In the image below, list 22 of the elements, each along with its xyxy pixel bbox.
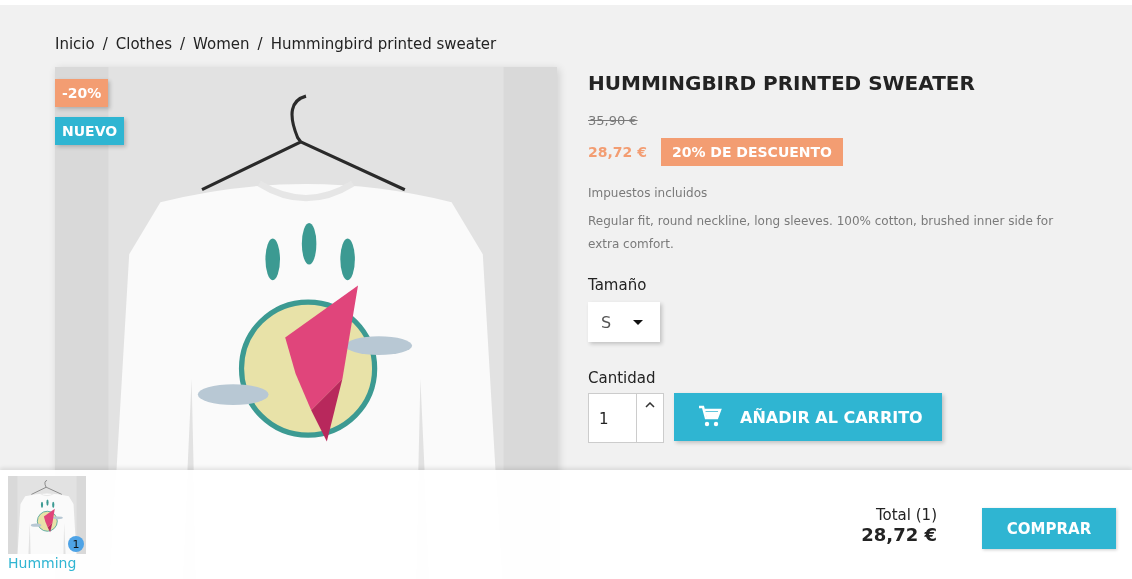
breadcrumb-separator: / bbox=[257, 35, 263, 53]
increment-icon[interactable] bbox=[645, 402, 655, 408]
cart-icon bbox=[698, 405, 722, 429]
total-label: Total (1) bbox=[875, 506, 937, 524]
quantity-field[interactable]: 1 bbox=[588, 393, 664, 443]
breadcrumb-link[interactable]: Clothes bbox=[115, 35, 172, 53]
total-amount: 28,72 € bbox=[861, 524, 937, 545]
breadcrumb-separator: / bbox=[180, 35, 186, 53]
size-label: Tamaño bbox=[588, 276, 648, 294]
breadcrumb-link[interactable]: Women bbox=[193, 35, 250, 53]
current-price: 28,72 € bbox=[588, 144, 647, 160]
caret-icon bbox=[633, 319, 643, 325]
product-title: HUMMINGBIRD PRINTED SWEATER bbox=[588, 71, 976, 95]
breadcrumb-link[interactable]: Inicio bbox=[55, 35, 95, 53]
tax-note: Impuestos incluidos bbox=[588, 186, 709, 200]
regular-price: 35,90 € bbox=[588, 113, 639, 128]
breadcrumb-link[interactable]: Hummingbird printed sweater bbox=[270, 35, 497, 53]
product-description: Regular fit, round neckline, long sleeves. 100% cotton, brushed inner side for extra comfort. bbox=[588, 213, 1055, 253]
discount-badge: 20% DE DESCUENTO bbox=[660, 138, 843, 166]
breadcrumb-separator: / bbox=[102, 35, 108, 53]
quantity-label: Cantidad bbox=[588, 369, 657, 387]
size-select[interactable]: S bbox=[588, 302, 660, 342]
